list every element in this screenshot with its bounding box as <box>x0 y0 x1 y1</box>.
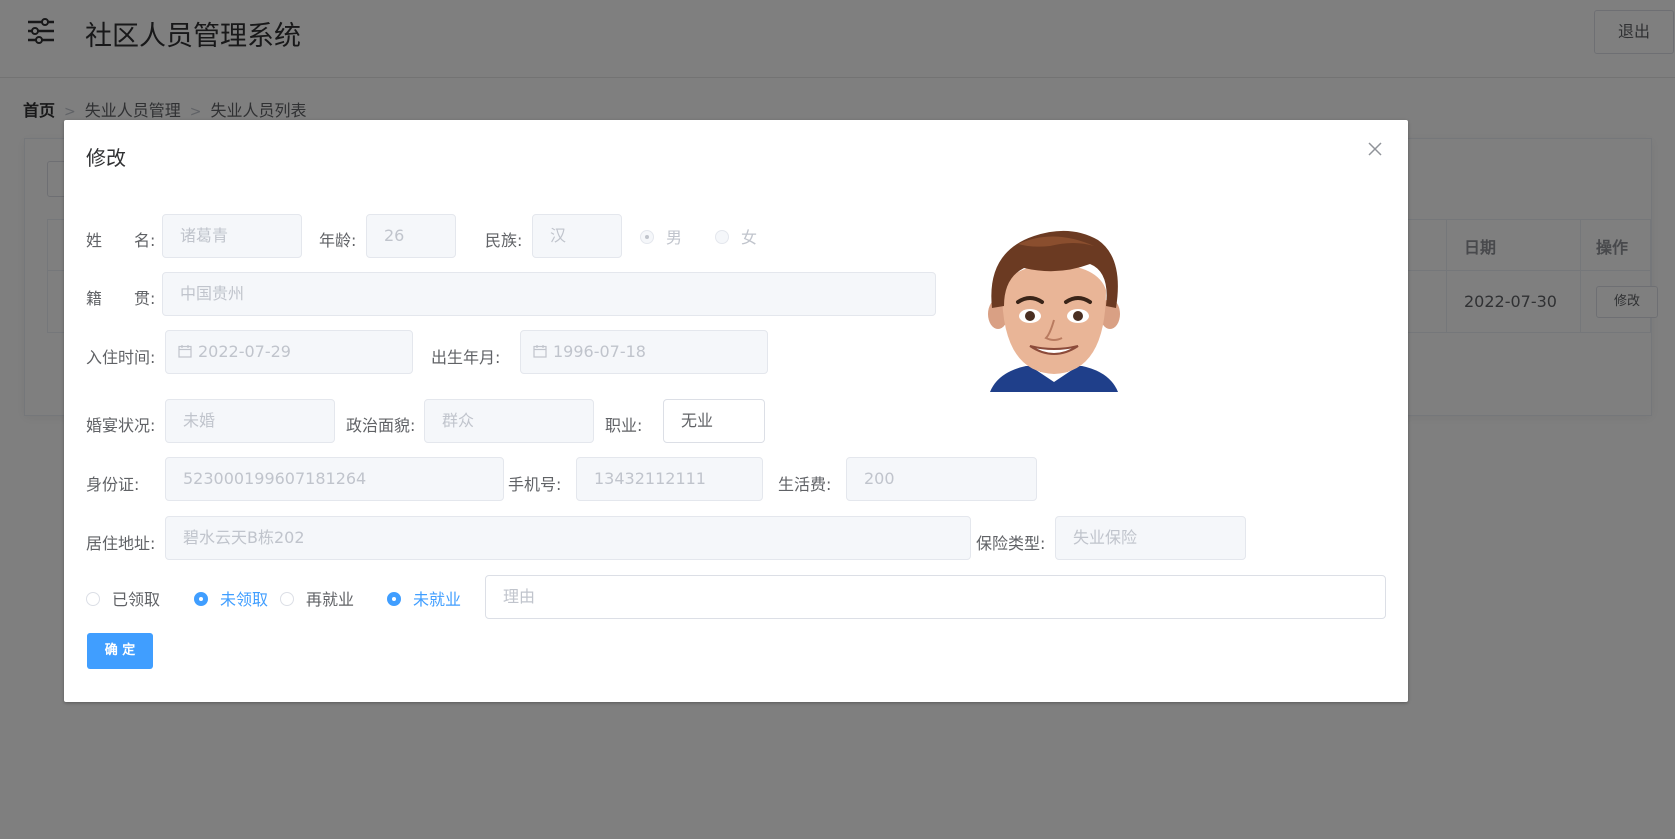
radio-checked-icon <box>194 592 208 606</box>
birth-date-picker[interactable]: 1996-07-18 <box>520 330 768 374</box>
native-place-label: 籍 贯: <box>86 289 156 308</box>
close-icon[interactable] <box>1366 140 1384 158</box>
move-in-date-picker[interactable]: 2022-07-29 <box>165 330 413 374</box>
gender-female-label: 女 <box>741 228 758 247</box>
id-card-field[interactable]: 523000199607181264 <box>165 457 504 501</box>
insurance-type-label: 保险类型: <box>976 534 1046 553</box>
birth-date-value: 1996-07-18 <box>553 342 646 361</box>
radio-unemployed[interactable]: 未就业 <box>387 586 461 610</box>
id-card-label: 身份证: <box>86 475 140 494</box>
radio-unchecked-icon <box>280 592 294 606</box>
avatar <box>988 230 1120 392</box>
occupation-field[interactable]: 无业 <box>663 399 765 443</box>
name-label: 姓 名: <box>86 231 156 250</box>
not-received-label: 未领取 <box>220 590 269 609</box>
radio-checked-icon <box>640 230 654 244</box>
native-place-field[interactable]: 中国贵州 <box>162 272 936 316</box>
move-in-date-label: 入住时间: <box>86 348 156 367</box>
phone-field[interactable]: 13432112111 <box>576 457 763 501</box>
address-field[interactable]: 碧水云天B栋202 <box>165 516 971 560</box>
gender-radio-male[interactable]: 男 <box>640 224 682 248</box>
ethnicity-label: 民族: <box>485 231 523 250</box>
ethnicity-field[interactable]: 汉 <box>532 214 622 258</box>
reason-input[interactable]: 理由 <box>485 575 1386 619</box>
dialog-title: 修改 <box>86 146 126 170</box>
political-status-field[interactable]: 群众 <box>424 399 594 443</box>
marital-status-label: 婚宴状况: <box>86 416 156 435</box>
received-label: 已领取 <box>112 590 161 609</box>
birth-date-label: 出生年月: <box>431 348 501 367</box>
age-field[interactable]: 26 <box>366 214 456 258</box>
phone-label: 手机号: <box>508 475 562 494</box>
radio-unchecked-icon <box>86 592 100 606</box>
move-in-date-value: 2022-07-29 <box>198 342 291 361</box>
occupation-label: 职业: <box>605 416 643 435</box>
address-label: 居住地址: <box>86 534 156 553</box>
gender-male-label: 男 <box>666 228 683 247</box>
confirm-button[interactable]: 确 定 <box>87 633 153 669</box>
calendar-icon <box>178 345 192 358</box>
edit-dialog: 修改 姓 名: 诸葛青 年龄: 26 民族: 汉 男 女 籍 贯: 中国贵州 入… <box>64 120 1408 702</box>
living-expense-label: 生活费: <box>778 475 832 494</box>
living-expense-field[interactable]: 200 <box>846 457 1037 501</box>
reemployed-label: 再就业 <box>306 590 355 609</box>
radio-checked-icon <box>387 592 401 606</box>
radio-unchecked-icon <box>715 230 729 244</box>
unemployed-label: 未就业 <box>413 590 462 609</box>
radio-received[interactable]: 已领取 <box>86 586 160 610</box>
calendar-icon <box>533 345 547 358</box>
radio-not-received[interactable]: 未领取 <box>194 586 268 610</box>
age-label: 年龄: <box>319 231 357 250</box>
insurance-type-field[interactable]: 失业保险 <box>1055 516 1246 560</box>
political-status-label: 政治面貌: <box>346 416 416 435</box>
gender-radio-female[interactable]: 女 <box>715 224 757 248</box>
name-field[interactable]: 诸葛青 <box>162 214 302 258</box>
marital-status-field[interactable]: 未婚 <box>165 399 335 443</box>
radio-reemployed[interactable]: 再就业 <box>280 586 354 610</box>
